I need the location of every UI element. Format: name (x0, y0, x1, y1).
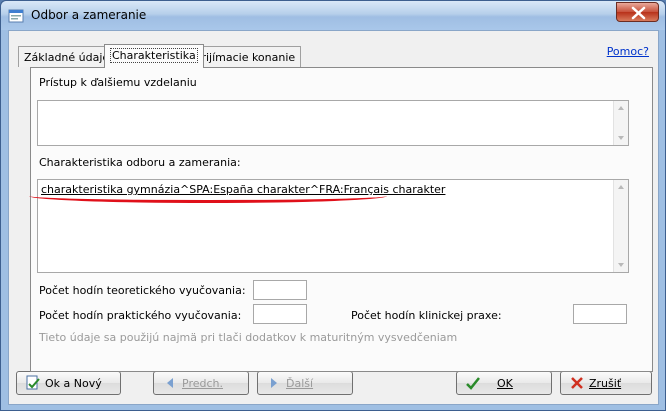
practice-hours-input[interactable] (253, 304, 307, 324)
tab-prijimacie-konanie[interactable]: Prijímacie konanie (189, 46, 302, 67)
tab-charakteristika[interactable]: Charakteristika (104, 44, 204, 68)
tab-label: Charakteristika (110, 48, 198, 63)
tab-label: Základné údaje (24, 51, 110, 64)
characteristic-text: charakteristika gymnázia^SPA:España char… (41, 183, 446, 196)
characteristic-scrollbar[interactable] (613, 180, 628, 272)
scroll-up-icon[interactable] (618, 185, 624, 189)
scroll-down-icon[interactable] (618, 136, 624, 140)
close-icon (631, 6, 646, 20)
characteristic-label: Charakteristika odboru a zamerania: (39, 156, 241, 169)
cancel-icon (571, 377, 583, 389)
checkmark-icon (466, 377, 480, 390)
arrow-left-icon (167, 378, 173, 388)
app-icon (8, 9, 24, 23)
scroll-up-icon[interactable] (618, 106, 624, 110)
ok-new-label: Ok a Nový (45, 377, 102, 390)
window-title: Odbor a zameranie (31, 8, 147, 22)
ok-label: OK (497, 377, 513, 390)
ok-new-button[interactable]: Ok a Nový (16, 371, 121, 395)
cancel-label: Zrušiť (589, 377, 622, 390)
access-label: Prístup k ďalšiemu vzdelaniu (39, 76, 197, 89)
cancel-button[interactable]: Zrušiť (560, 371, 652, 395)
scroll-down-icon[interactable] (618, 263, 624, 267)
clinical-hours-label: Počet hodín klinickej praxe: (351, 309, 502, 322)
next-label: Ďalší (286, 377, 314, 390)
theory-hours-label: Počet hodín teoretického vyučovania: (39, 284, 246, 297)
help-link[interactable]: Pomoc? (607, 45, 649, 58)
practice-hours-label: Počet hodín praktického vyučovania: (39, 309, 242, 322)
hint-text: Tieto údaje sa použijú najmä pri tlači d… (39, 331, 458, 344)
characteristic-textarea[interactable]: charakteristika gymnázia^SPA:España char… (37, 179, 629, 273)
tab-zakladne-udaje[interactable]: Základné údaje (18, 46, 116, 67)
ok-button[interactable]: OK (456, 371, 552, 395)
clinical-hours-input[interactable] (573, 304, 627, 324)
prev-label: Predch. (182, 377, 223, 390)
theory-hours-input[interactable] (253, 280, 307, 300)
title-bar[interactable]: Odbor a zameranie (1, 1, 665, 30)
arrow-right-icon (271, 378, 277, 388)
access-textarea[interactable] (37, 100, 629, 146)
prev-button[interactable]: Predch. (153, 371, 249, 395)
next-button[interactable]: Ďalší (257, 371, 353, 395)
document-ok-icon (26, 375, 40, 390)
tab-label: Prijímacie konanie (195, 51, 296, 64)
dialog-window: Odbor a zameranie Základné údaje Charakt… (0, 0, 666, 411)
close-button[interactable] (616, 2, 659, 22)
access-scrollbar[interactable] (613, 101, 628, 145)
